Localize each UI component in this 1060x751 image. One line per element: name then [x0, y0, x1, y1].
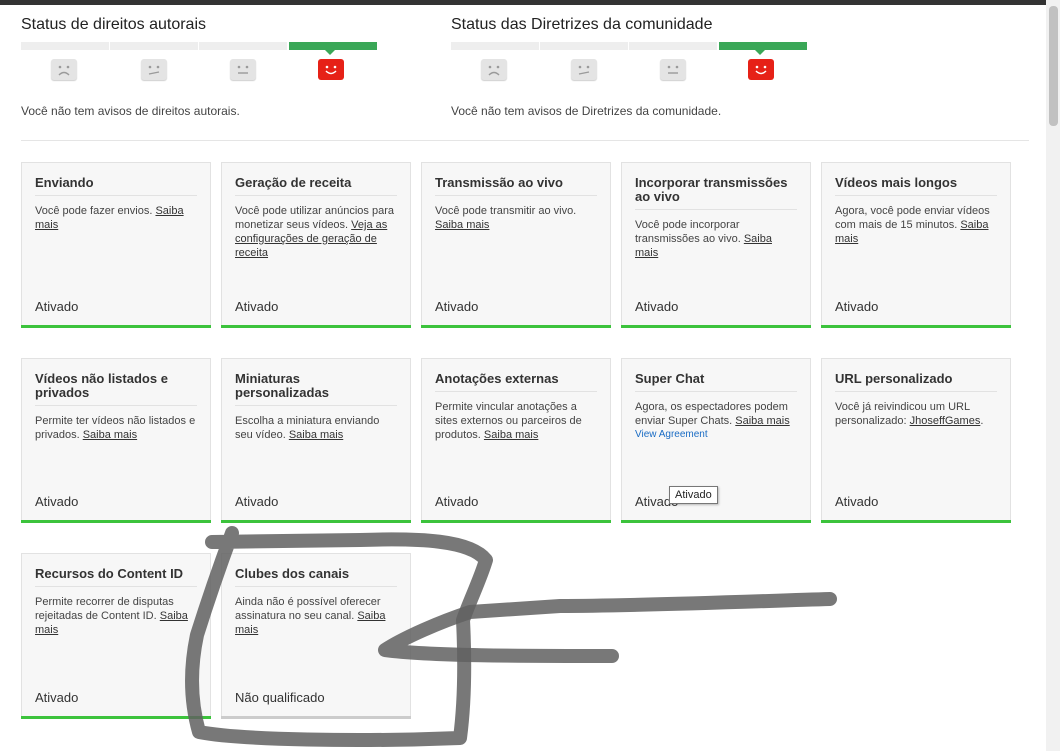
feature-card-unlisted-private: Vídeos não listados e privados Permite t… [21, 358, 211, 523]
strike-segment [540, 42, 628, 50]
scrollbar-thumb[interactable] [1049, 6, 1058, 126]
card-description: Você já reivindicou um URL personalizado… [835, 401, 984, 427]
feature-card-content-id: Recursos do Content ID Permite recorrer … [21, 553, 211, 719]
sad-face-icon [481, 59, 507, 80]
neutral-face-icon [230, 59, 256, 80]
card-status: Ativado [35, 299, 79, 314]
unhappy-face-icon [571, 59, 597, 80]
status-bar [221, 520, 411, 523]
strike-segment [629, 42, 717, 50]
strike-segment [451, 42, 539, 50]
top-bar [0, 0, 1046, 5]
status-bar [621, 325, 811, 328]
happy-face-icon [318, 59, 344, 80]
status-bar [21, 520, 211, 523]
card-title: Anotações externas [435, 372, 597, 392]
strike-segment-active [289, 42, 377, 50]
card-status: Ativado [235, 494, 279, 509]
card-description: Você pode incorporar transmissões ao viv… [635, 219, 772, 259]
learn-more-link[interactable]: Saiba mais [289, 429, 343, 441]
card-status: Não qualificado [235, 690, 325, 705]
card-title: Transmissão ao vivo [435, 176, 597, 196]
card-description: Ainda não é possível oferecer assinatura… [235, 596, 386, 636]
learn-more-link[interactable]: Saiba mais [484, 429, 538, 441]
learn-more-link[interactable]: Saiba mais [735, 415, 789, 427]
copyright-status-section: Status de direitos autorais Você não tem… [21, 14, 377, 118]
card-status: Ativado [35, 494, 79, 509]
card-status: Ativado [435, 494, 479, 509]
pointer-icon [325, 50, 335, 55]
feature-card-custom-url: URL personalizado Você já reivindicou um… [821, 358, 1011, 523]
card-status: Ativado [835, 299, 879, 314]
copyright-strike-meter [21, 42, 377, 94]
status-bar [621, 520, 811, 523]
community-status-note: Você não tem avisos de Diretrizes da com… [451, 104, 722, 118]
pointer-icon [755, 50, 765, 55]
card-description: Agora, você pode enviar vídeos com mais … [835, 205, 990, 245]
feature-card-longer-videos: Vídeos mais longos Agora, você pode envi… [821, 162, 1011, 328]
learn-more-link[interactable]: Saiba mais [435, 219, 489, 231]
card-title: Miniaturas personalizadas [235, 372, 397, 406]
feature-card-embed-live: Incorporar transmissões ao vivo Você pod… [621, 162, 811, 328]
card-description: Permite recorrer de disputas rejeitadas … [35, 596, 188, 636]
card-status: Ativado [835, 494, 879, 509]
view-agreement-link[interactable]: View Agreement [635, 428, 797, 442]
status-bar [421, 325, 611, 328]
card-description: Escolha a miniatura enviando seu vídeo. … [235, 415, 380, 441]
strike-segment [110, 42, 198, 50]
card-title: Recursos do Content ID [35, 567, 197, 587]
card-status: Ativado [35, 690, 79, 705]
unhappy-face-icon [141, 59, 167, 80]
community-status-title: Status das Diretrizes da comunidade [451, 16, 713, 33]
happy-face-icon [748, 59, 774, 80]
card-title: Incorporar transmissões ao vivo [635, 176, 797, 210]
card-title: URL personalizado [835, 372, 997, 392]
community-status-section: Status das Diretrizes da comunidade Você… [451, 14, 807, 118]
copyright-status-note: Você não tem avisos de direitos autorais… [21, 104, 240, 118]
status-bar [821, 325, 1011, 328]
status-bar-inactive [221, 716, 411, 719]
copyright-status-title: Status de direitos autorais [21, 16, 206, 33]
feature-card-monetization: Geração de receita Você pode utilizar an… [221, 162, 411, 328]
status-bar [221, 325, 411, 328]
card-description: Você pode transmitir ao vivo. Saiba mais [435, 205, 577, 231]
learn-more-link[interactable]: Saiba mais [83, 429, 137, 441]
card-title: Vídeos não listados e privados [35, 372, 197, 406]
card-title: Enviando [35, 176, 197, 196]
community-strike-meter [451, 42, 807, 94]
feature-card-custom-thumbnails: Miniaturas personalizadas Escolha a mini… [221, 358, 411, 523]
card-title: Clubes dos canais [235, 567, 397, 587]
status-bar [421, 520, 611, 523]
status-bar [821, 520, 1011, 523]
card-description: Você pode utilizar anúncios para monetiz… [235, 205, 394, 259]
card-status: Ativado [635, 299, 679, 314]
feature-card-uploading: Enviando Você pode fazer envios. Saiba m… [21, 162, 211, 328]
status-tooltip: Ativado [669, 486, 718, 504]
neutral-face-icon [660, 59, 686, 80]
card-description: Agora, os espectadores podem enviar Supe… [635, 400, 797, 442]
card-status: Ativado [435, 299, 479, 314]
sad-face-icon [51, 59, 77, 80]
card-title: Geração de receita [235, 176, 397, 196]
card-description: Permite ter vídeos não listados e privad… [35, 415, 196, 441]
status-bar [21, 325, 211, 328]
card-title: Vídeos mais longos [835, 176, 997, 196]
strike-segment [21, 42, 109, 50]
strike-segment-active [719, 42, 807, 50]
card-description: Você pode fazer envios. Saiba mais [35, 205, 184, 231]
card-status: Ativado [235, 299, 279, 314]
card-title: Super Chat [635, 372, 797, 392]
feature-card-channel-memberships: Clubes dos canais Ainda não é possível o… [221, 553, 411, 719]
card-description: Permite vincular anotações a sites exter… [435, 401, 582, 441]
custom-url-link[interactable]: JhoseffGames [910, 415, 981, 427]
feature-card-live-streaming: Transmissão ao vivo Você pode transmitir… [421, 162, 611, 328]
section-divider [21, 140, 1029, 141]
strike-segment [199, 42, 287, 50]
status-bar [21, 716, 211, 719]
feature-card-external-annotations: Anotações externas Permite vincular anot… [421, 358, 611, 523]
